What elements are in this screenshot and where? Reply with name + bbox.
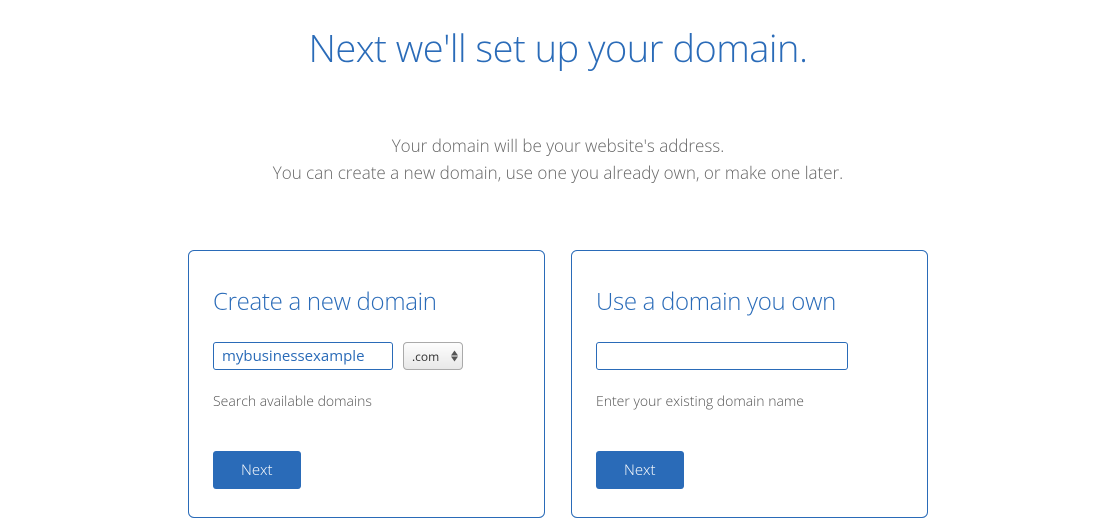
create-domain-help-text: Search available domains: [213, 392, 520, 411]
create-domain-card: Create a new domain .com Search availabl…: [188, 250, 545, 518]
stepper-icon: [451, 351, 458, 362]
use-domain-card: Use a domain you own Enter your existing…: [571, 250, 928, 518]
use-domain-input-row: [596, 342, 903, 370]
subtitle-line-1: Your domain will be your website's addre…: [0, 132, 1116, 159]
page-title: Next we'll set up your domain.: [0, 0, 1116, 74]
page-subtitle: Your domain will be your website's addre…: [0, 132, 1116, 186]
tld-selected-label: .com: [412, 348, 439, 365]
subtitle-line-2: You can create a new domain, use one you…: [0, 159, 1116, 186]
use-domain-input[interactable]: [596, 342, 848, 370]
use-domain-help-text: Enter your existing domain name: [596, 392, 903, 411]
create-domain-input[interactable]: [213, 342, 393, 370]
use-domain-next-button[interactable]: Next: [596, 451, 684, 489]
use-domain-title: Use a domain you own: [596, 285, 903, 318]
tld-select[interactable]: .com: [403, 342, 463, 370]
domain-cards-container: Create a new domain .com Search availabl…: [0, 250, 1116, 518]
create-domain-input-row: .com: [213, 342, 520, 370]
create-domain-title: Create a new domain: [213, 285, 520, 318]
create-domain-next-button[interactable]: Next: [213, 451, 301, 489]
